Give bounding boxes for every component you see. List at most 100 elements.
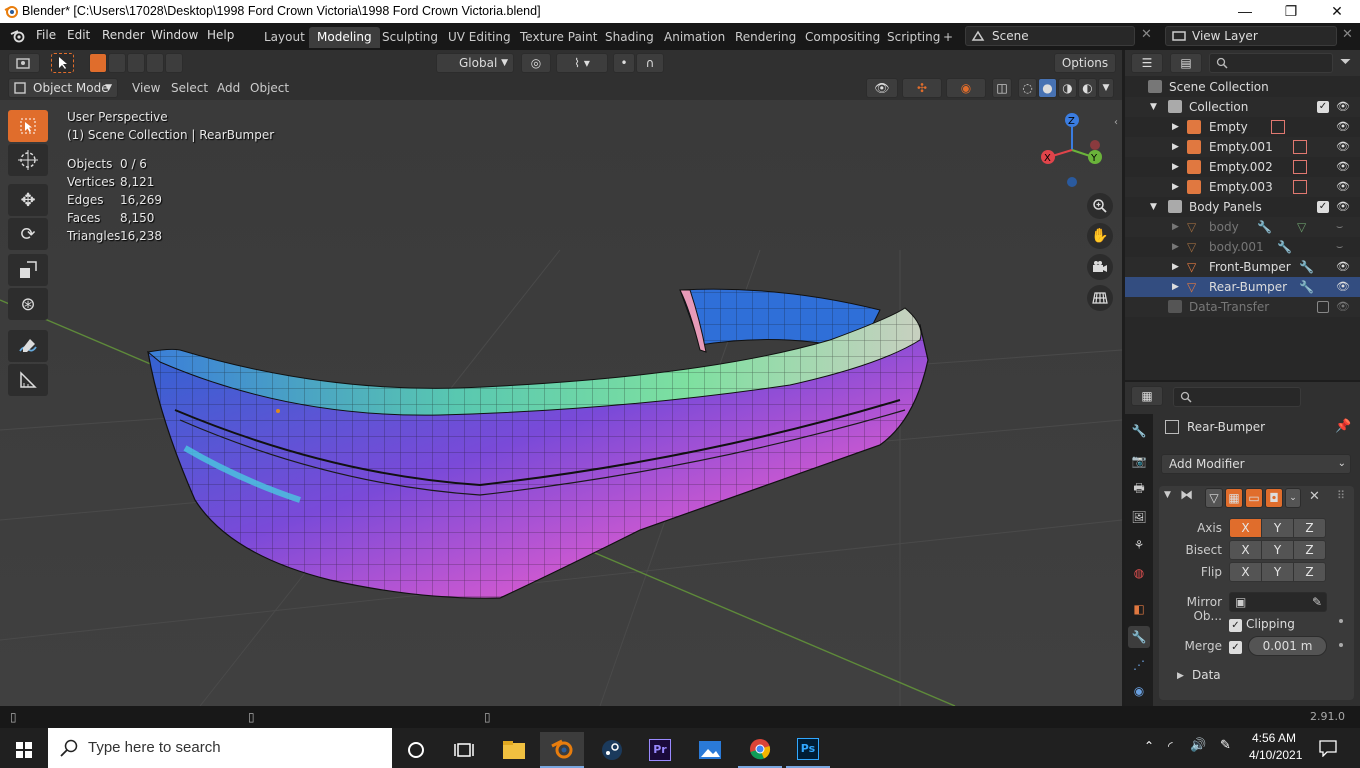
modifier-menu-dropdown[interactable]: ⌄ xyxy=(1285,488,1301,508)
axis-z-toggle[interactable]: Z xyxy=(1293,518,1326,538)
merge-checkbox[interactable]: ✓ xyxy=(1229,641,1242,654)
properties-editor-type-button[interactable]: ▦ xyxy=(1131,386,1163,406)
data-subpanel-label[interactable]: Data xyxy=(1192,668,1221,682)
axis-x-toggle[interactable]: X xyxy=(1229,518,1262,538)
pivot-point-dropdown[interactable]: ◎ xyxy=(521,53,551,73)
collapse-arrow-icon[interactable]: ▼ xyxy=(1164,490,1171,500)
flip-z-toggle[interactable]: Z xyxy=(1293,562,1326,582)
outliner-body-panels[interactable]: ▼ Body Panels ✓ 👁 xyxy=(1125,197,1360,217)
navigation-gizmo[interactable]: Z Y X xyxy=(1035,110,1111,190)
tab-render[interactable]: 📷 xyxy=(1128,450,1150,472)
eye-icon[interactable]: 👁 xyxy=(1336,161,1350,173)
pin-icon[interactable]: 📌 xyxy=(1335,419,1351,434)
material-shading-button[interactable]: ◑ xyxy=(1058,78,1077,98)
close-window-button[interactable]: ✕ xyxy=(1314,0,1360,23)
properties-search-input[interactable] xyxy=(1173,387,1301,407)
select-tool-button[interactable] xyxy=(8,110,48,142)
select-mode-new-button[interactable] xyxy=(89,53,107,73)
flip-x-toggle[interactable]: X xyxy=(1229,562,1262,582)
tab-particles[interactable]: ⋰ xyxy=(1128,654,1150,676)
move-tool-button[interactable]: ✥ xyxy=(8,184,48,216)
expand-arrow-icon[interactable]: ▶ xyxy=(1172,157,1179,177)
add-modifier-dropdown[interactable]: Add Modifier ⌄ xyxy=(1161,454,1351,474)
outliner-item-body[interactable]: ▶ ▽ body 🔧 ▽ ⌣ xyxy=(1125,217,1360,237)
outliner-item-empty-002[interactable]: ▶ Empty.002 👁 xyxy=(1125,157,1360,177)
notification-icon[interactable] xyxy=(1319,739,1337,757)
menu-view[interactable]: View xyxy=(132,81,160,95)
edit-mode-toggle-icon[interactable]: ▽ xyxy=(1205,488,1223,508)
menu-render[interactable]: Render xyxy=(102,28,145,42)
tab-compositing[interactable]: Compositing xyxy=(797,27,888,48)
tab-scene[interactable]: ⚘ xyxy=(1128,534,1150,556)
on-cage-toggle-icon[interactable]: ▦ xyxy=(1225,488,1243,508)
eye-closed-icon[interactable]: ⌣ xyxy=(1336,221,1350,233)
expand-arrow-icon[interactable]: ▶ xyxy=(1172,137,1179,157)
start-button[interactable] xyxy=(2,732,46,768)
proportional-falloff-button[interactable]: ∩ xyxy=(636,53,664,73)
tab-view-layer[interactable]: 🖼 xyxy=(1128,506,1150,528)
merge-distance-field[interactable]: 0.001 m xyxy=(1248,636,1327,656)
minimize-button[interactable]: — xyxy=(1222,0,1268,23)
menu-edit[interactable]: Edit xyxy=(67,28,90,42)
annotate-tool-button[interactable] xyxy=(8,330,48,362)
outliner-item-empty-001[interactable]: ▶ Empty.001 👁 xyxy=(1125,137,1360,157)
close-scene-icon[interactable]: ✕ xyxy=(1141,27,1152,42)
tab-layout[interactable]: Layout xyxy=(256,27,313,48)
blender-taskbar-button[interactable] xyxy=(540,732,584,768)
collection-checkbox[interactable]: ✓ xyxy=(1317,101,1329,113)
scene-selector[interactable]: Scene xyxy=(965,26,1135,46)
tab-uv-editing[interactable]: UV Editing xyxy=(440,27,519,48)
rotate-tool-button[interactable]: ⟳ xyxy=(8,218,48,250)
steam-button[interactable] xyxy=(590,732,634,768)
file-explorer-button[interactable] xyxy=(492,732,536,768)
animate-dot-icon[interactable] xyxy=(1339,619,1343,623)
overlay-toggle-button[interactable]: ◉ xyxy=(946,78,986,98)
blender-menu-icon[interactable] xyxy=(10,29,26,43)
animate-dot-icon[interactable] xyxy=(1339,643,1343,647)
tab-modifiers[interactable]: 🔧 xyxy=(1128,626,1150,648)
3d-viewport[interactable]: User Perspective (1) Scene Collection | … xyxy=(0,100,1122,706)
menu-object[interactable]: Object xyxy=(250,81,289,95)
bisect-y-toggle[interactable]: Y xyxy=(1261,540,1294,560)
shading-options-dropdown[interactable]: ▼ xyxy=(1098,78,1114,98)
filter-icon[interactable]: ⏷ xyxy=(1340,54,1351,70)
render-toggle-icon[interactable]: ◘ xyxy=(1265,488,1283,508)
taskbar-search-box[interactable]: Type here to search xyxy=(48,728,392,768)
realtime-display-toggle-icon[interactable]: ▭ xyxy=(1245,488,1263,508)
eye-icon[interactable]: 👁 xyxy=(1336,261,1350,273)
outliner-editor-type-button[interactable]: ☰ xyxy=(1131,53,1163,73)
outliner-data-transfer[interactable]: Data-Transfer 👁 xyxy=(1125,297,1360,317)
options-dropdown[interactable]: Options xyxy=(1054,53,1116,73)
clock-date[interactable]: 4/10/2021 xyxy=(1249,748,1302,762)
bisect-x-toggle[interactable]: X xyxy=(1229,540,1262,560)
tab-animation[interactable]: Animation xyxy=(656,27,733,48)
expand-arrow-icon[interactable]: ▶ xyxy=(1172,257,1179,277)
photoshop-button[interactable]: Ps xyxy=(786,732,830,768)
show-hidden-icons-icon[interactable]: ⌃ xyxy=(1144,739,1154,753)
eye-closed-icon[interactable]: ⌣ xyxy=(1336,241,1350,253)
eye-icon[interactable]: 👁 xyxy=(1336,121,1350,133)
expand-arrow-icon[interactable]: ▶ xyxy=(1172,177,1179,197)
menu-file[interactable]: File xyxy=(36,28,56,42)
remove-modifier-icon[interactable]: ✕ xyxy=(1309,489,1320,504)
maximize-button[interactable]: ❐ xyxy=(1268,0,1314,23)
eye-icon[interactable]: 👁 xyxy=(1336,281,1350,293)
rendered-shading-button[interactable]: ◐ xyxy=(1078,78,1097,98)
orthographic-toggle-button[interactable] xyxy=(1087,285,1113,311)
tab-modeling[interactable]: Modeling xyxy=(309,27,380,48)
cursor-tool-button[interactable] xyxy=(8,144,48,176)
select-mode-subtract-button[interactable] xyxy=(127,53,145,73)
clock-time[interactable]: 4:56 AM xyxy=(1252,731,1296,745)
editor-type-button[interactable] xyxy=(8,53,40,73)
expand-arrow-icon[interactable]: ▶ xyxy=(1172,217,1179,237)
tab-scripting[interactable]: Scripting xyxy=(879,27,948,48)
menu-add[interactable]: Add xyxy=(217,81,240,95)
wifi-icon[interactable]: ◜ xyxy=(1168,739,1173,753)
tab-sculpting[interactable]: Sculpting xyxy=(374,27,446,48)
drag-handle-icon[interactable]: ⠿ xyxy=(1337,489,1345,502)
eye-icon[interactable]: 👁 xyxy=(1336,141,1350,153)
clipping-checkbox[interactable]: ✓ xyxy=(1229,619,1242,632)
view-layer-selector[interactable]: View Layer xyxy=(1165,26,1337,46)
outliner-item-empty-003[interactable]: ▶ Empty.003 👁 xyxy=(1125,177,1360,197)
snapping-dropdown[interactable]: ⌇ ▾ xyxy=(556,53,608,73)
